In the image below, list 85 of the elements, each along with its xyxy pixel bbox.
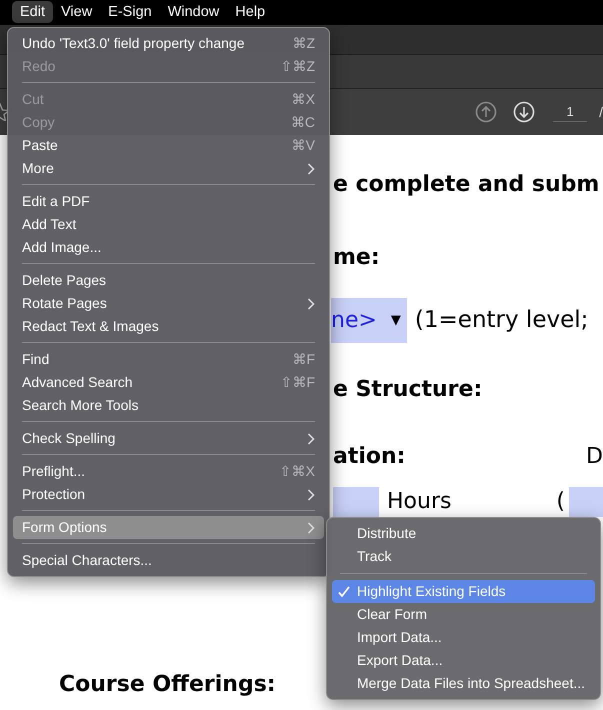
- menu-item-label: Special Characters...: [22, 551, 152, 570]
- menu-item-label: Advanced Search: [22, 373, 133, 392]
- menu-item[interactable]: Rotate Pages: [13, 292, 324, 315]
- page-number-field[interactable]: 1: [553, 102, 588, 122]
- menu-item[interactable]: Preflight... ⇧⌘X: [13, 460, 324, 483]
- menu-item[interactable]: Paste ⌘V: [13, 134, 324, 157]
- keyboard-shortcut: ⇧⌘X: [280, 462, 315, 481]
- menu-item-label: Redo: [22, 57, 56, 76]
- document-text: D: [586, 443, 603, 471]
- menu-item-label: Delete Pages: [22, 271, 106, 290]
- menu-item-label: Paste: [22, 136, 58, 155]
- document-text: (: [556, 488, 565, 516]
- menu-item-label: Copy: [22, 113, 55, 132]
- menu-item-label: Cut: [22, 90, 44, 109]
- menu-item-label: Add Image...: [22, 238, 102, 257]
- menu-item[interactable]: Add Image...: [13, 236, 324, 259]
- menu-item[interactable]: Import Data...: [332, 626, 595, 649]
- menu-item-label: Check Spelling: [22, 429, 116, 448]
- keyboard-shortcut: ⇧⌘F: [280, 373, 315, 392]
- menu-item[interactable]: Merge Data Files into Spreadsheet...: [332, 672, 595, 695]
- menu-item-label: More: [22, 159, 54, 178]
- keyboard-shortcut: ⌘C: [290, 113, 315, 132]
- dropdown-field[interactable]: ne> ▼: [331, 298, 407, 343]
- document-text: (1=entry level;: [414, 306, 588, 336]
- menu-item[interactable]: Find ⌘F: [13, 348, 324, 371]
- menu-item[interactable]: More: [13, 157, 324, 180]
- submenu-chevron-icon: [307, 488, 315, 500]
- document-text: Hours: [387, 488, 452, 514]
- star-icon[interactable]: [0, 103, 9, 121]
- menu-item-label: Find: [22, 350, 50, 369]
- submenu-chevron-icon: [307, 522, 315, 534]
- form-field: [569, 486, 603, 516]
- menu-item[interactable]: Clear Form: [332, 603, 595, 626]
- menu-item-label: Rotate Pages: [22, 294, 107, 313]
- menu-bar-item[interactable]: Edit: [12, 1, 53, 23]
- menu-bar-item[interactable]: Help: [227, 1, 274, 23]
- menu-item[interactable]: Track: [332, 545, 595, 568]
- menu-item[interactable]: Export Data...: [332, 649, 595, 672]
- menu-item[interactable]: Search More Tools: [13, 394, 324, 417]
- menu-item-label: Protection: [22, 485, 86, 504]
- menu-item-label: Edit a PDF: [22, 192, 90, 211]
- menu-item-label: Distribute: [357, 524, 416, 543]
- menu-item[interactable]: Edit a PDF: [13, 190, 324, 213]
- document-heading: me:: [333, 244, 380, 272]
- menu-bar-item[interactable]: E-Sign: [100, 1, 160, 23]
- page-count-separator: /: [599, 102, 603, 122]
- menu-item-label: Add Text: [22, 215, 76, 234]
- menu-item-label: Search More Tools: [22, 396, 138, 415]
- keyboard-shortcut: ⌘X: [292, 90, 315, 109]
- menu-bar-item[interactable]: View: [53, 1, 100, 23]
- menu-item[interactable]: Highlight Existing Fields: [332, 580, 595, 603]
- submenu-chevron-icon: [307, 162, 315, 174]
- form-field: [333, 486, 379, 516]
- menu-item[interactable]: Protection: [13, 483, 324, 506]
- scroll-down-icon[interactable]: [513, 101, 536, 123]
- menu-item[interactable]: Distribute: [332, 522, 595, 545]
- menu-bar-item[interactable]: Window: [160, 1, 228, 23]
- menu-item-label: Undo 'Text3.0' field property change: [22, 34, 244, 53]
- document-heading: ation:: [333, 443, 406, 471]
- keyboard-shortcut: ⇧⌘Z: [280, 57, 315, 76]
- menu-item-label: Highlight Existing Fields: [357, 582, 506, 601]
- menu-item-label: Track: [357, 547, 392, 566]
- menu-item-label: Clear Form: [357, 605, 428, 624]
- menu-item-label: Merge Data Files into Spreadsheet...: [357, 674, 586, 693]
- submenu-chevron-icon: [307, 432, 315, 444]
- menu-item-label: Export Data...: [357, 651, 443, 670]
- menu-item-label: Redact Text & Images: [22, 317, 159, 336]
- menu-item[interactable]: Redact Text & Images: [13, 315, 324, 338]
- menu-item[interactable]: Delete Pages: [13, 269, 324, 292]
- menu-item-label: Preflight...: [22, 462, 86, 481]
- document-heading: e Structure:: [333, 376, 482, 404]
- menu-item[interactable]: Add Text: [13, 213, 324, 236]
- document-heading: Course Offerings:: [59, 671, 276, 699]
- keyboard-shortcut: ⌘F: [292, 350, 315, 369]
- keyboard-shortcut: ⌘V: [292, 136, 315, 155]
- scroll-up-icon[interactable]: [475, 101, 498, 123]
- menu-item[interactable]: Special Characters...: [13, 549, 324, 572]
- menu-item-label: Import Data...: [357, 628, 442, 647]
- menu-item[interactable]: Form Options: [13, 516, 324, 539]
- keyboard-shortcut: ⌘Z: [292, 34, 315, 53]
- submenu-chevron-icon: [307, 298, 315, 310]
- menu-item-label: Form Options: [22, 518, 107, 537]
- menu-item[interactable]: Advanced Search ⇧⌘F: [13, 371, 324, 394]
- document-heading: e complete and subm: [333, 171, 600, 199]
- menu-item[interactable]: Check Spelling: [13, 427, 324, 450]
